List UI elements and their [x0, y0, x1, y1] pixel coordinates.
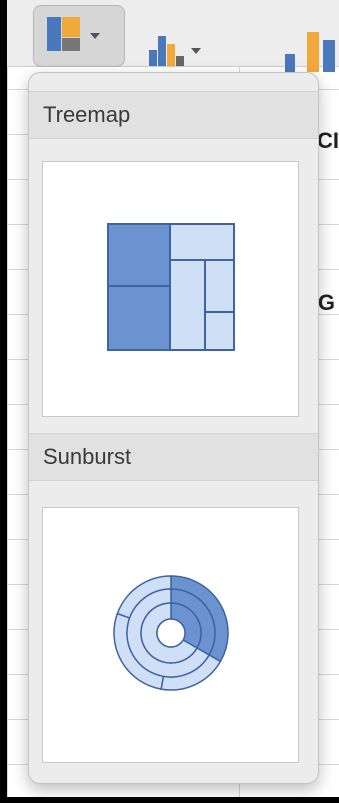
treemap-chart-icon [46, 16, 82, 57]
combo-chart-button[interactable] [283, 32, 339, 77]
ribbon-label-fragment: CI [317, 128, 339, 153]
section-header-sunburst: Sunburst [29, 433, 318, 481]
app-window: CI G Treemap Sunburst [7, 0, 339, 797]
bar-chart-icon [283, 32, 339, 77]
section-title: Sunburst [43, 444, 132, 469]
section-header-treemap: Treemap [29, 91, 318, 139]
treemap-option[interactable] [42, 161, 299, 417]
ribbon [7, 0, 339, 72]
column-header: G [317, 290, 335, 315]
hierarchy-chart-button[interactable] [33, 5, 125, 67]
sunburst-option[interactable] [42, 507, 299, 763]
statistic-chart-button[interactable] [147, 30, 201, 71]
grid-line [7, 0, 8, 797]
chevron-down-icon [90, 33, 100, 39]
histogram-chart-icon [147, 30, 187, 71]
chevron-down-icon [191, 47, 201, 54]
sunburst-chart-icon [109, 571, 233, 700]
chart-type-dropdown: Treemap Sunburst [28, 72, 319, 784]
treemap-chart-icon [106, 222, 235, 356]
section-title: Treemap [43, 102, 131, 127]
